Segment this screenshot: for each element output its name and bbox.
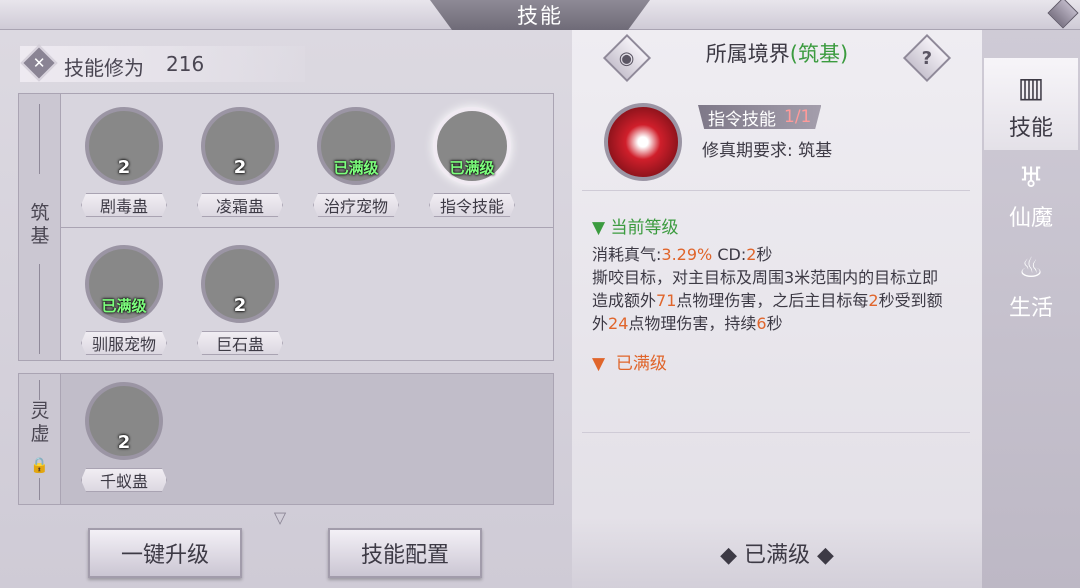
skill-level: 2 [233, 157, 247, 178]
cost-line: 消耗真气:3.29% CD:2秒 [592, 243, 952, 266]
skill-description: 消耗真气:3.29% CD:2秒 撕咬目标，对主目标及周围3米范围内的目标立即造… [592, 243, 952, 335]
damage-value: 71 [656, 291, 677, 310]
duration-value: 6 [756, 314, 767, 333]
section-label-zhuji: 筑基 [30, 202, 50, 247]
desc-part: 点物理伤害，持续 [628, 314, 757, 333]
section-side-strip: 筑基 [19, 94, 61, 360]
book-icon: ▥ [1017, 70, 1045, 104]
decor-line [39, 380, 40, 400]
skill-name: 指令技能 [429, 193, 515, 217]
skill-points-bar [20, 46, 305, 82]
skill-points-value: 216 [166, 52, 205, 76]
skill-type-tag: 指令技能 1/1 [698, 105, 822, 130]
skill-maxed-badge: 已满级 [101, 297, 147, 315]
skill-level: 2 [233, 295, 247, 316]
skill-maxed-badge: 已满级 [333, 159, 379, 177]
skill-heal-pet[interactable]: 已满级 治疗宠物 [311, 107, 401, 232]
skill-name: 治疗宠物 [313, 193, 399, 217]
cost-label: 消耗真气: [592, 245, 662, 264]
max-level-label: 已满级 [615, 354, 667, 374]
damage-over-time-value: 24 [608, 314, 629, 333]
max-level-status: ◆ 已满级 ◆ [572, 518, 982, 588]
section-label-lingxu: 灵虚 [30, 400, 50, 445]
decor-line [39, 104, 40, 174]
realm-name: 筑基 [798, 42, 840, 66]
skill-qianyi[interactable]: 2 千蚁蛊 [79, 382, 169, 507]
skill-level: 2 [117, 432, 131, 453]
skill-name: 凌霜蛊 [197, 193, 283, 217]
realm-prefix: 所属境界 [705, 42, 790, 66]
section-side-strip: 灵虚 🔒 [19, 374, 61, 504]
skill-name: 驯服宠物 [81, 331, 167, 355]
question-icon: ? [921, 47, 933, 69]
skill-command[interactable]: 已满级 指令技能 [427, 107, 517, 232]
skill-name: 剧毒蛊 [81, 193, 167, 217]
skill-name: 千蚁蛊 [81, 468, 167, 492]
skill-type: 指令技能 [708, 109, 776, 130]
desc-part: 秒 [766, 314, 783, 333]
tab-life[interactable]: ♨ 生活 [984, 238, 1078, 330]
cost-value: 3.29% [661, 245, 713, 264]
current-level-header: ▼ 当前等级 [592, 218, 679, 238]
skill-lingshuang[interactable]: 2 凌霜蛊 [195, 107, 285, 232]
selected-skill-fangs-icon [604, 103, 682, 181]
tab-label: 仙魔 [1008, 206, 1053, 231]
wings-icon: ♅ [1018, 160, 1044, 194]
effect-text: 撕咬目标，对主目标及周围3米范围内的目标立即造成额外71点物理伤害，之后主目标每… [592, 266, 952, 335]
skill-points-label: 技能修为 [64, 56, 144, 80]
tab-label: 技能 [1008, 116, 1053, 141]
tick-value: 2 [868, 291, 879, 310]
skill-tame-pet[interactable]: 已满级 驯服宠物 [79, 245, 169, 370]
decor-line [39, 478, 40, 500]
skill-level: 2 [117, 157, 131, 178]
lock-icon: 🔒 [30, 456, 49, 474]
divider [582, 190, 970, 191]
tab-xianmo[interactable]: ♅ 仙魔 [984, 148, 1078, 240]
window-title: 技能 [430, 0, 650, 30]
cd-unit: 秒 [756, 245, 773, 264]
next-level-header: ▼ 已满级 [592, 354, 667, 374]
chevron-down-icon: ▽ [273, 508, 287, 527]
realm-close-paren: ) [840, 42, 849, 66]
skill-name: 巨石蛊 [197, 331, 283, 355]
skill-count: 1/1 [784, 107, 812, 127]
decor-line [39, 264, 40, 354]
tab-skills[interactable]: ▥ 技能 [984, 58, 1078, 150]
realm-requirement: 修真期要求: 筑基 [702, 141, 833, 161]
cd-value: 2 [746, 245, 757, 264]
cd-label: CD: [717, 245, 747, 264]
skill-config-button[interactable]: 技能配置 [328, 528, 482, 578]
skill-jushi[interactable]: 2 巨石蛊 [195, 245, 285, 370]
skill-maxed-badge: 已满级 [449, 159, 495, 177]
skill-judu[interactable]: 2 剧毒蛊 [79, 107, 169, 232]
bowl-icon: ♨ [1018, 250, 1044, 284]
current-level-label: 当前等级 [610, 218, 679, 238]
divider [582, 432, 970, 433]
desc-part: 点物理伤害，之后主目标每 [676, 291, 869, 310]
tab-label: 生活 [1008, 296, 1053, 321]
realm-open-paren: ( [789, 42, 798, 66]
upgrade-all-button[interactable]: 一键升级 [88, 528, 242, 578]
